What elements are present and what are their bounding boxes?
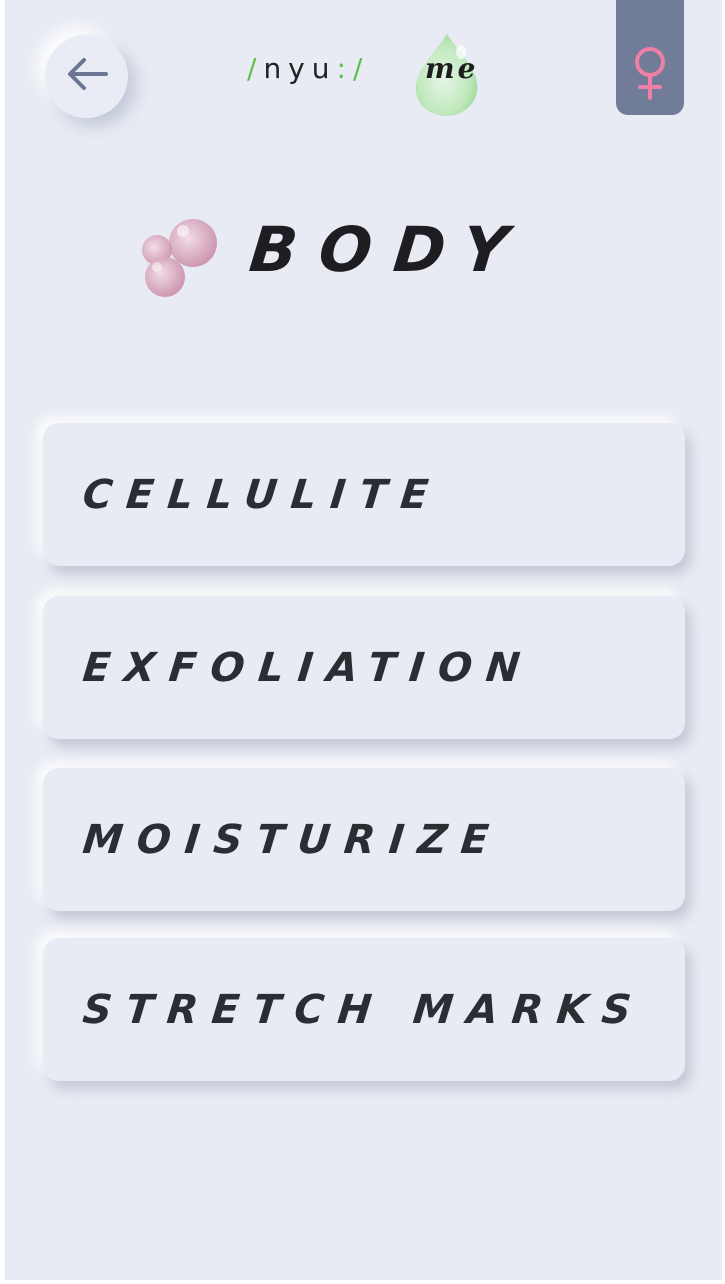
logo-colon: : — [336, 52, 353, 85]
pink-bubbles-icon — [135, 205, 230, 305]
logo-slash-2: / — [352, 52, 370, 85]
back-button[interactable] — [45, 35, 128, 118]
category-card-moisturize[interactable]: MOISTURIZE — [43, 768, 685, 911]
category-label: CELLULITE — [80, 471, 445, 518]
app-screen: /nyu:/ me BODY CELLULITE EXFOLIATION MOI… — [5, 0, 722, 1280]
category-card-exfoliation[interactable]: EXFOLIATION — [43, 596, 685, 739]
category-label: EXFOLIATION — [80, 644, 537, 691]
category-label: MOISTURIZE — [80, 816, 505, 863]
logo-word: nyu — [263, 52, 337, 85]
category-label: STRETCH MARKS — [80, 986, 648, 1033]
female-symbol-icon — [630, 46, 670, 105]
app-logo: /nyu:/ me — [247, 30, 487, 120]
page-header: BODY — [135, 205, 555, 315]
logo-suffix: me — [425, 52, 479, 85]
arrow-left-icon — [64, 56, 110, 97]
gender-toggle-tab[interactable] — [616, 0, 684, 115]
logo-wordmark: /nyu:/ — [247, 52, 369, 85]
category-card-stretch-marks[interactable]: STRETCH MARKS — [43, 938, 685, 1081]
page-title: BODY — [246, 213, 534, 286]
logo-slash-1: / — [247, 52, 264, 85]
category-card-cellulite[interactable]: CELLULITE — [43, 423, 685, 566]
